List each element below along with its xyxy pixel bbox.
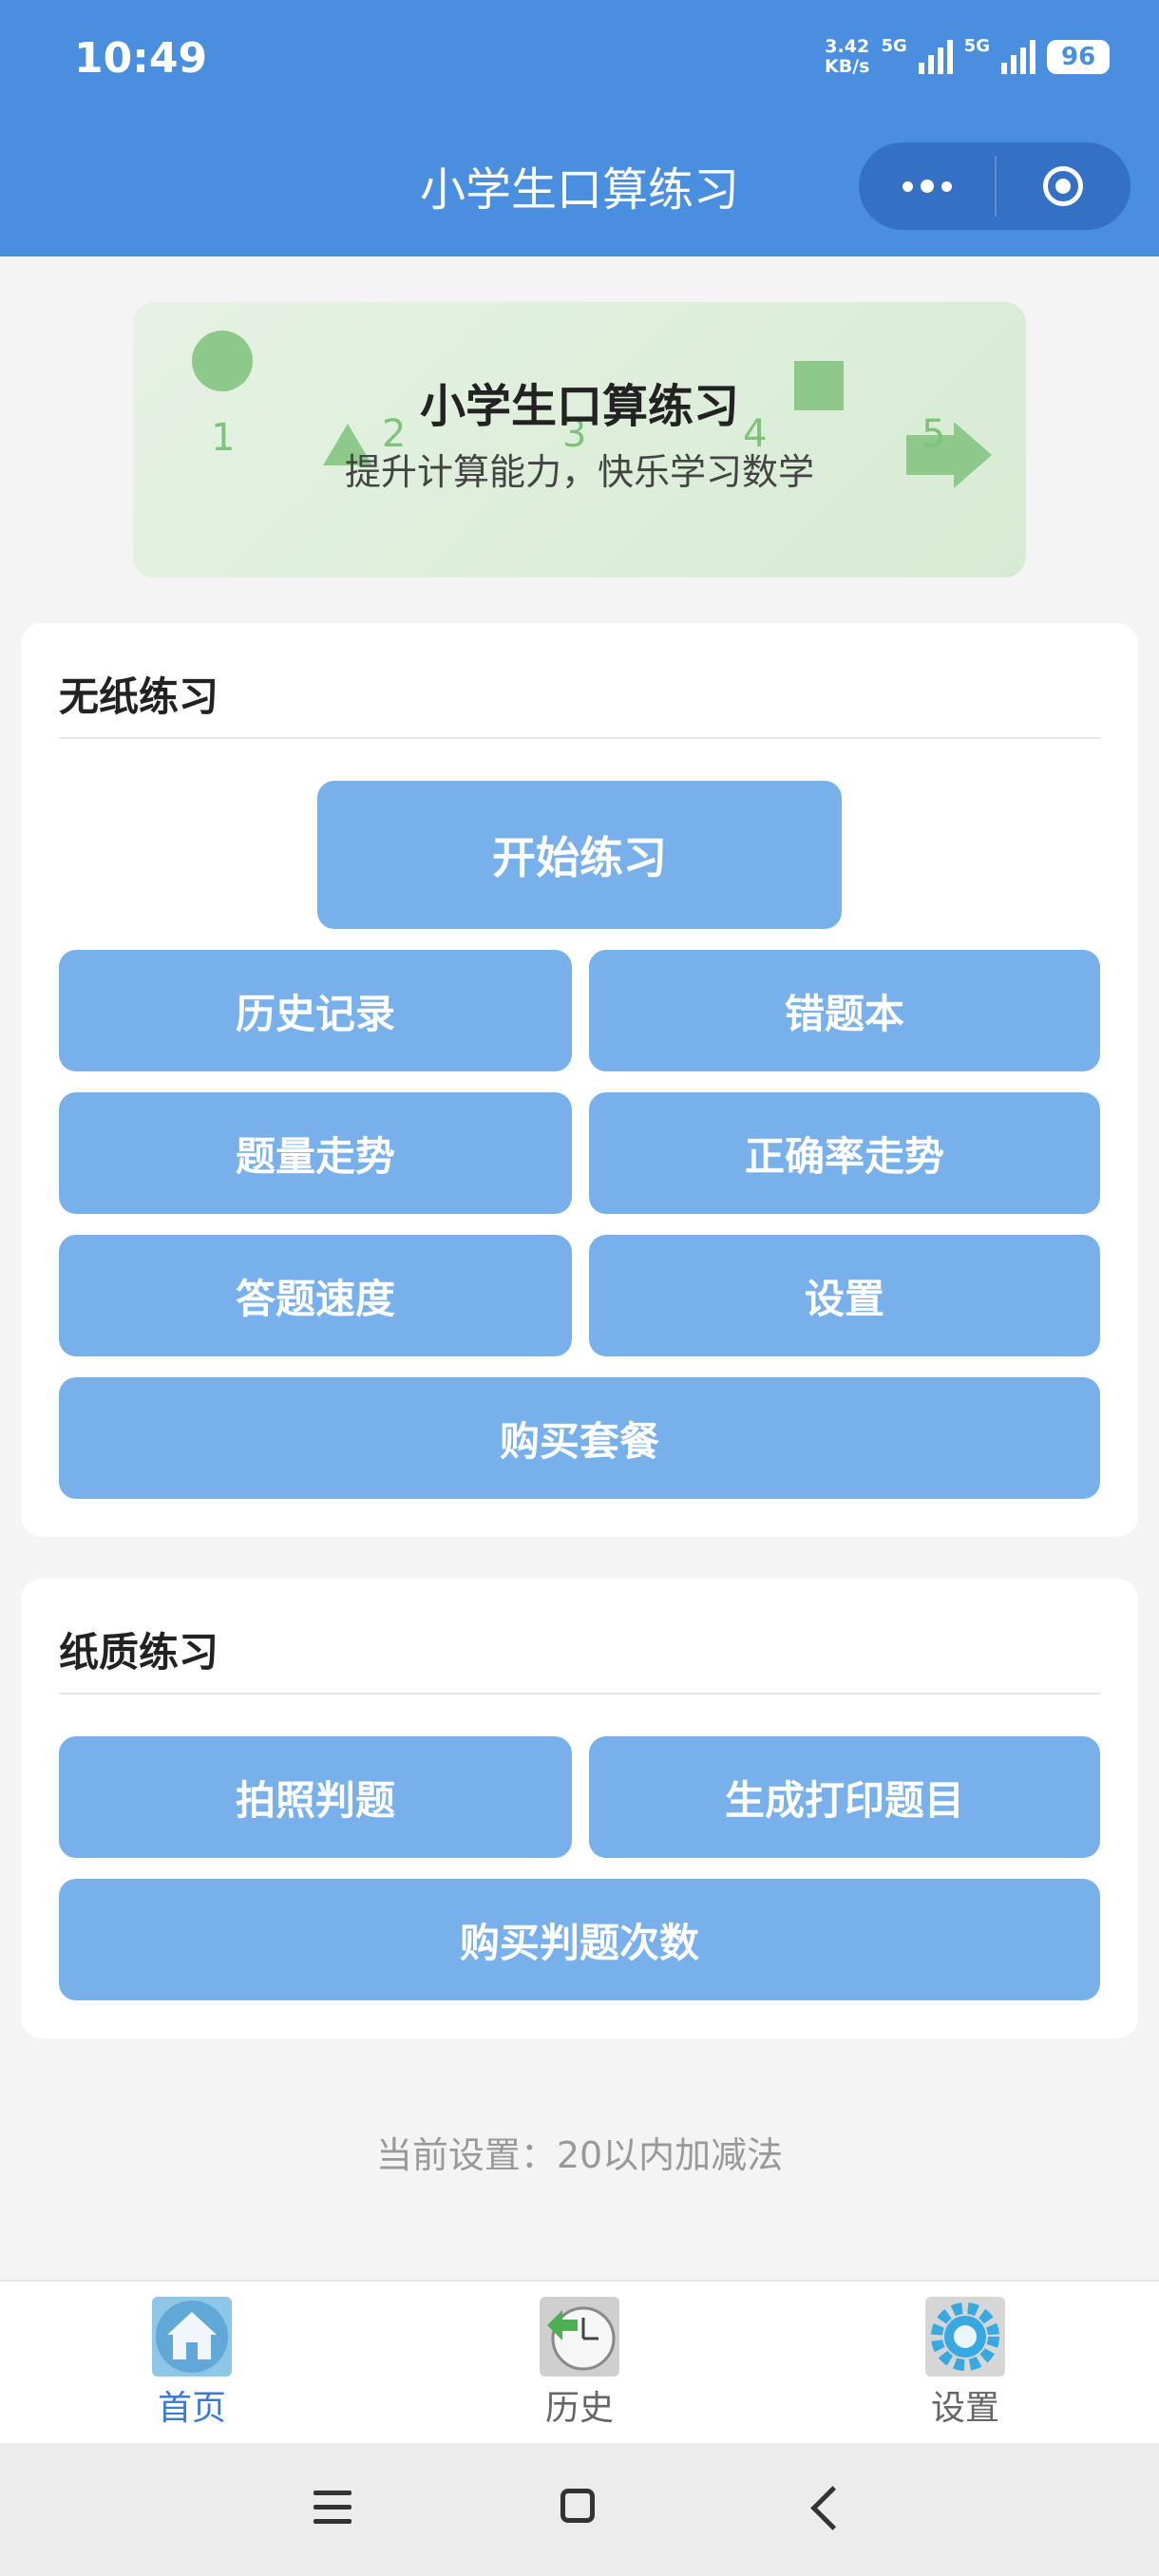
back-icon[interactable] <box>810 2486 855 2530</box>
tab-history[interactable]: 历史 <box>484 2297 674 2430</box>
paperless-practice-card: 无纸练习 开始练习 历史记录 错题本 题量走势 正确率走势 答题速度 设置 购买… <box>21 623 1138 1537</box>
wrong-questions-button[interactable]: 错题本 <box>589 950 1100 1071</box>
home-icon <box>152 2297 232 2377</box>
signal1-icon <box>918 40 953 74</box>
tab-home[interactable]: 首页 <box>97 2297 287 2430</box>
accuracy-trend-button[interactable]: 正确率走势 <box>589 1092 1100 1214</box>
tab-label: 历史 <box>544 2389 614 2428</box>
start-practice-button[interactable]: 开始练习 <box>317 781 842 929</box>
volume-trend-button[interactable]: 题量走势 <box>59 1092 572 1214</box>
section-title: 纸质练习 <box>59 1629 219 1676</box>
banner-title: 小学生口算练习 <box>419 380 739 433</box>
bottom-tab-bar: 首页 历史 设置 <box>0 2280 1159 2443</box>
clock-icon <box>540 2297 619 2377</box>
tab-label: 首页 <box>157 2389 226 2428</box>
buy-package-button[interactable]: 购买套餐 <box>59 1377 1100 1499</box>
divider <box>59 737 1100 739</box>
status-time: 10:49 <box>74 34 208 83</box>
current-setting-text: 当前设置：20以内加减法 <box>375 2134 784 2176</box>
signal2-icon <box>1001 40 1036 74</box>
paper-practice-card: 纸质练习 拍照判题 生成打印题目 购买判题次数 <box>21 1579 1138 2038</box>
system-navigation-bar <box>0 2443 1159 2576</box>
home-square-icon[interactable] <box>560 2489 595 2523</box>
generate-print-button[interactable]: 生成打印题目 <box>589 1736 1100 1858</box>
top-bar: 10:49 3.42 KB/s 5G 5G 96 小学生口算练习 <box>0 0 1159 256</box>
dot-icon <box>902 180 913 192</box>
miniprogram-capsule <box>859 142 1130 230</box>
photo-grade-button[interactable]: 拍照判题 <box>59 1736 572 1858</box>
divider <box>59 1693 1100 1695</box>
close-miniprogram-button[interactable] <box>995 142 1130 230</box>
more-button[interactable] <box>859 142 995 230</box>
answer-speed-button[interactable]: 答题速度 <box>59 1235 572 1356</box>
banner-subtitle: 提升计算能力，快乐学习数学 <box>344 451 814 493</box>
signal2-label: 5G <box>963 35 991 56</box>
tab-settings[interactable]: 设置 <box>870 2297 1060 2430</box>
gear-icon <box>925 2297 1005 2377</box>
history-button[interactable]: 历史记录 <box>59 950 572 1071</box>
settings-button[interactable]: 设置 <box>589 1235 1100 1356</box>
signal1-label: 5G <box>881 35 907 56</box>
battery-icon: 96 <box>1047 40 1111 74</box>
section-title: 无纸练习 <box>59 673 219 720</box>
buy-grading-button[interactable]: 购买判题次数 <box>59 1879 1100 2000</box>
dot-icon <box>920 180 934 193</box>
dot-icon <box>940 180 952 192</box>
hero-banner: 1 2 3 4 5 小学生口算练习 提升计算能力，快乐学习数学 <box>133 302 1026 578</box>
menu-icon[interactable] <box>314 2491 352 2533</box>
net-speed: 3.42 KB/s <box>825 36 870 77</box>
target-icon <box>1042 166 1083 206</box>
tab-label: 设置 <box>930 2389 999 2428</box>
status-icons: 3.42 KB/s 5G 5G 96 <box>825 32 1111 82</box>
